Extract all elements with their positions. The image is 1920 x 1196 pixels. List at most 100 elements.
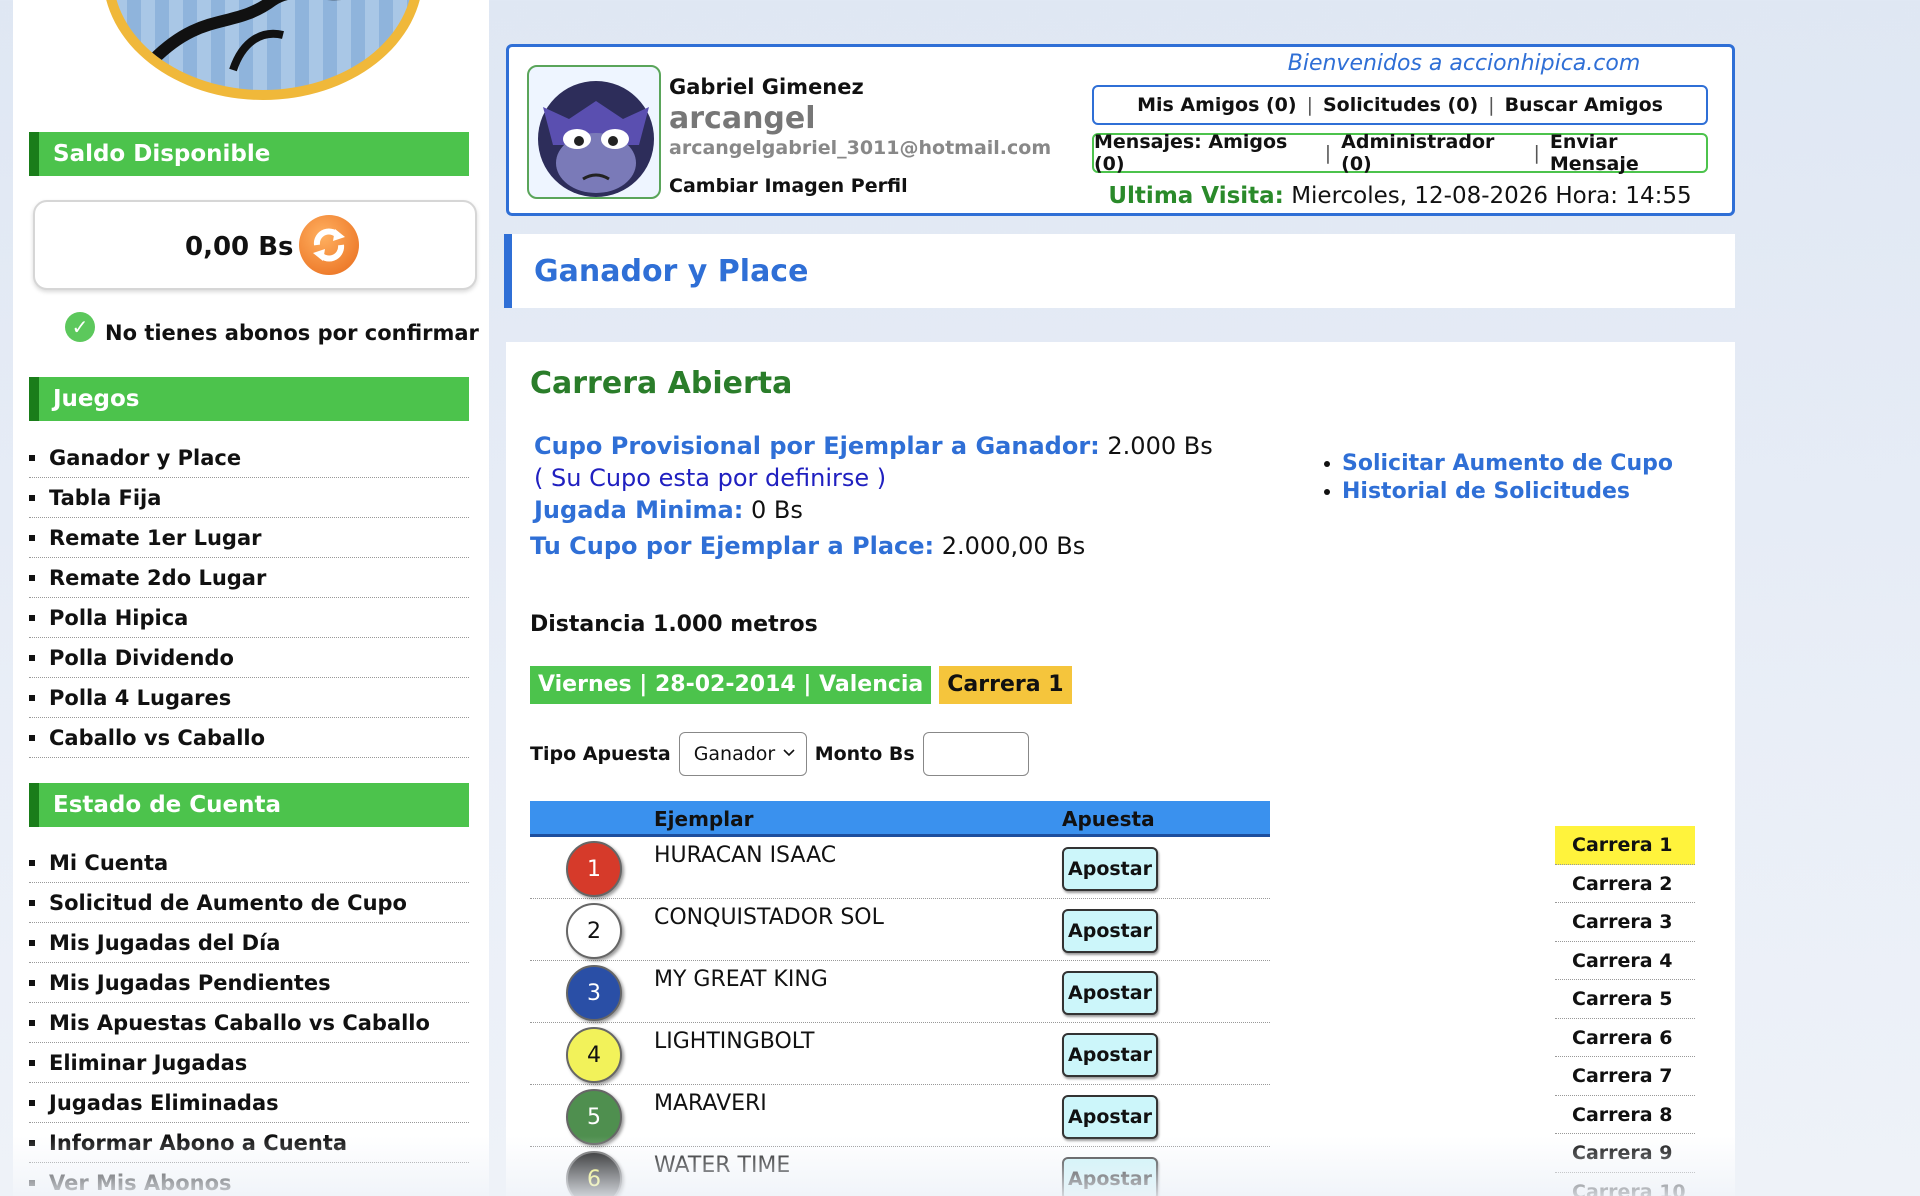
menu-item-mi-cuenta[interactable]: Mi Cuenta — [29, 843, 469, 883]
last-visit-label: Ultima Visita: — [1108, 183, 1284, 209]
bet-form: Tipo Apuesta Ganador Monto Bs — [530, 732, 1029, 776]
menu-item-jugadas-eliminadas[interactable]: Jugadas Eliminadas — [29, 1083, 469, 1123]
refresh-icon[interactable] — [299, 215, 359, 275]
balance-amount: 0,00 Bs — [185, 232, 294, 262]
horse-number-badge: 3 — [566, 965, 622, 1021]
send-message-link[interactable]: Enviar Mensaje — [1550, 131, 1706, 175]
race-item[interactable]: Carrera 8 — [1555, 1096, 1695, 1134]
race-item[interactable]: Carrera 3 — [1555, 903, 1695, 942]
menu-item-ganador-place[interactable]: Ganador y Place — [29, 438, 469, 478]
confirm-text: No tienes abonos por confirmar — [105, 321, 479, 345]
race-distance: Distancia 1.000 metros — [530, 612, 818, 637]
games-menu: Ganador y Place Tabla Fija Remate 1er Lu… — [29, 438, 469, 758]
race-item[interactable]: Carrera 9 — [1555, 1134, 1695, 1173]
horse-name: LIGHTINGBOLT — [654, 1029, 815, 1054]
horse-number-badge: 1 — [566, 841, 622, 897]
race-tag: Viernes | 28-02-2014 | Valencia Carrera … — [530, 666, 1072, 704]
menu-item-polla-4-lugares[interactable]: Polla 4 Lugares — [29, 678, 469, 718]
last-visit: Ultima Visita: Miercoles, 12-08-2026 Hor… — [1092, 183, 1708, 209]
quota-winner-value: 2.000 Bs — [1107, 432, 1213, 460]
table-row: 6 WATER TIME Apostar — [530, 1147, 1270, 1196]
menu-item-solicitud-cupo[interactable]: Solicitud de Aumento de Cupo — [29, 883, 469, 923]
menu-item-remate-1er[interactable]: Remate 1er Lugar — [29, 518, 469, 558]
race-info: Viernes | 28-02-2014 | Valencia — [530, 666, 932, 704]
account-header: Estado de Cuenta — [29, 783, 469, 827]
menu-item-ver-abonos[interactable]: Ver Mis Abonos — [29, 1163, 469, 1196]
bet-button[interactable]: Apostar — [1062, 909, 1158, 953]
menu-item-jugadas-pendientes[interactable]: Mis Jugadas Pendientes — [29, 963, 469, 1003]
menu-item-polla-dividendo[interactable]: Polla Dividendo — [29, 638, 469, 678]
separator: | — [1324, 142, 1332, 164]
avatar[interactable] — [527, 65, 661, 199]
race-item[interactable]: Carrera 2 — [1555, 865, 1695, 903]
games-header: Juegos — [29, 377, 469, 421]
search-friends-link[interactable]: Buscar Amigos — [1505, 94, 1663, 116]
friends-bar: Mis Amigos (0) | Solicitudes (0) | Busca… — [1092, 85, 1708, 125]
race-item[interactable]: Carrera 4 — [1555, 942, 1695, 980]
menu-item-remate-2do[interactable]: Remate 2do Lugar — [29, 558, 469, 598]
min-bet-value: 0 Bs — [750, 496, 803, 524]
menu-item-apuestas-cvc[interactable]: Mis Apuestas Caballo vs Caballo — [29, 1003, 469, 1043]
col-horse: Ejemplar — [654, 807, 754, 831]
race-item[interactable]: Carrera 7 — [1555, 1057, 1695, 1096]
horse-name: MARAVERI — [654, 1091, 767, 1116]
quota-place-value: 2.000,00 Bs — [941, 532, 1086, 560]
request-history-link[interactable]: Historial de Solicitudes — [1324, 478, 1673, 506]
bet-button[interactable]: Apostar — [1062, 971, 1158, 1015]
quota-winner-label: Cupo Provisional por Ejemplar a Ganador: — [534, 432, 1100, 460]
bet-type-select[interactable]: Ganador — [678, 732, 807, 776]
account-menu: Mi Cuenta Solicitud de Aumento de Cupo M… — [29, 843, 469, 1196]
race-item[interactable]: Carrera 5 — [1555, 980, 1695, 1019]
separator: | — [1488, 94, 1495, 116]
menu-item-caballo-vs-caballo[interactable]: Caballo vs Caballo — [29, 718, 469, 758]
open-race-heading: Carrera Abierta — [530, 366, 793, 401]
main-content: Carrera Abierta Cupo Provisional por Eje… — [506, 342, 1735, 1196]
horse-name: MY GREAT KING — [654, 967, 828, 992]
bet-button[interactable]: Apostar — [1062, 1033, 1158, 1077]
balance-box: 0,00 Bs — [33, 200, 477, 290]
bet-button[interactable]: Apostar — [1062, 847, 1158, 891]
quota-note: ( Su Cupo esta por definirse ) — [534, 464, 887, 492]
messages-admin-link[interactable]: Administrador (0) — [1341, 131, 1523, 175]
race-list: Carrera 1 Carrera 2 Carrera 3 Carrera 4 Carr… — [1555, 826, 1695, 1196]
check-icon: ✓ — [65, 312, 95, 342]
horse-number-badge: 2 — [566, 903, 622, 959]
page-title-bar: Ganador y Place — [504, 234, 1735, 308]
min-bet: Jugada Minima: 0 Bs — [534, 496, 803, 524]
table-row: 3 MY GREAT KING Apostar — [530, 961, 1270, 1023]
page-title: Ganador y Place — [534, 254, 809, 289]
quota-place-label: Tu Cupo por Ejemplar a Place: — [530, 532, 935, 560]
request-increase-link[interactable]: Solicitar Aumento de Cupo — [1324, 450, 1673, 478]
quota-place: Tu Cupo por Ejemplar a Place: 2.000,00 B… — [530, 532, 1085, 560]
bet-button[interactable]: Apostar — [1062, 1095, 1158, 1139]
profile-email: arcangelgabriel_3011@hotmail.com — [669, 137, 1052, 159]
friends-link[interactable]: Mis Amigos (0) — [1137, 94, 1297, 116]
menu-item-tabla-fija[interactable]: Tabla Fija — [29, 478, 469, 518]
horse-number-badge: 5 — [566, 1089, 622, 1145]
horse-table: Ejemplar Apuesta 1 HURACAN ISAAC Apostar 2 C… — [530, 801, 1270, 1196]
chevron-down-icon — [782, 743, 796, 767]
bet-type-label: Tipo Apuesta — [530, 743, 671, 765]
horse-name: CONQUISTADOR SOL — [654, 905, 884, 930]
confirm-status: ✓ No tienes abonos por confirmar — [65, 312, 479, 348]
messages-friends-link[interactable]: Mensajes: Amigos (0) — [1094, 131, 1315, 175]
change-image-link[interactable]: Cambiar Imagen Perfil — [669, 175, 908, 197]
bet-button[interactable]: Apostar — [1062, 1157, 1158, 1196]
race-item[interactable]: Carrera 1 — [1555, 826, 1695, 865]
last-visit-value: Miercoles, 12-08-2026 Hora: 14:55 — [1291, 183, 1692, 209]
bet-type-value: Ganador — [693, 743, 776, 765]
race-item[interactable]: Carrera 6 — [1555, 1019, 1695, 1057]
welcome-text: Bienvenidos a accionhipica.com — [1287, 51, 1641, 76]
requests-link[interactable]: Solicitudes (0) — [1323, 94, 1478, 116]
site-logo[interactable] — [103, 0, 423, 100]
menu-item-polla-hipica[interactable]: Polla Hipica — [29, 598, 469, 638]
table-row: 4 LIGHTINGBOLT Apostar — [530, 1023, 1270, 1085]
menu-item-informar-abono[interactable]: Informar Abono a Cuenta — [29, 1123, 469, 1163]
amount-input[interactable] — [922, 732, 1029, 776]
messages-bar: Mensajes: Amigos (0) | Administrador (0)… — [1092, 131, 1708, 175]
race-item[interactable]: Carrera 10 — [1555, 1173, 1695, 1196]
menu-item-eliminar-jugadas[interactable]: Eliminar Jugadas — [29, 1043, 469, 1083]
separator: | — [1306, 94, 1313, 116]
separator: | — [1533, 142, 1540, 164]
menu-item-jugadas-dia[interactable]: Mis Jugadas del Día — [29, 923, 469, 963]
